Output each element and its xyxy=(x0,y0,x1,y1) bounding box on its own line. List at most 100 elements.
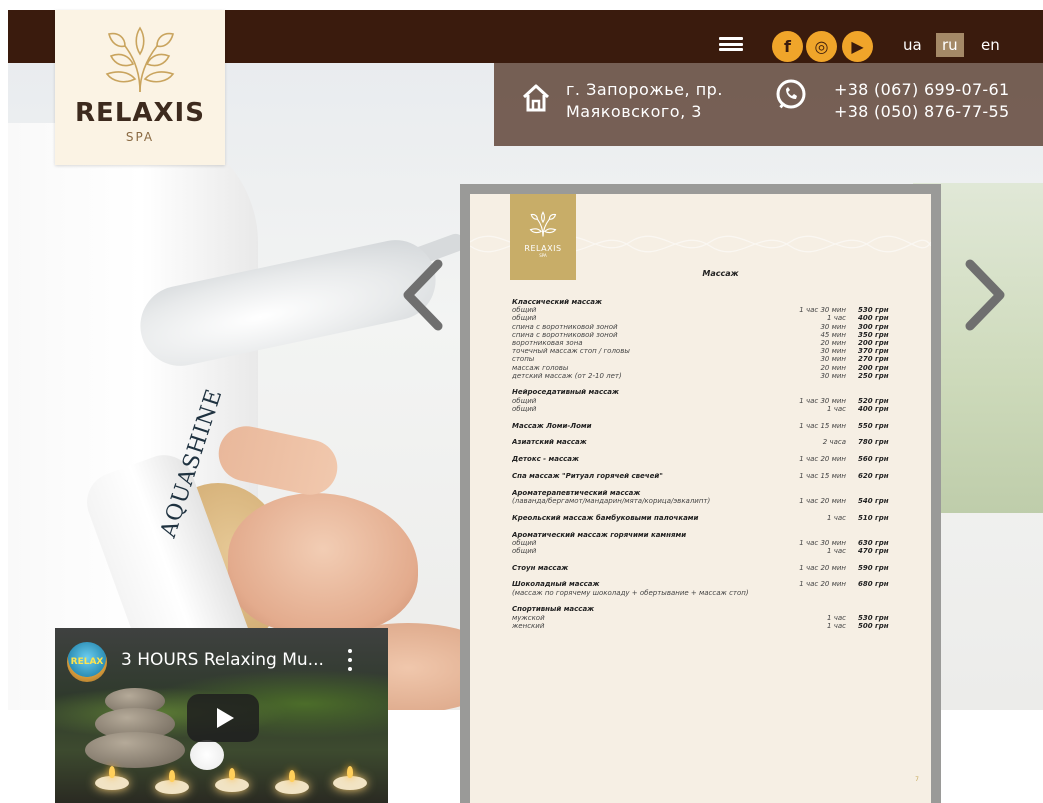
youtube-icon[interactable]: ▶ xyxy=(842,31,873,62)
video-embed[interactable]: RELAX 3 HOURS Relaxing Mu... xyxy=(55,628,388,803)
slider-prev-arrow-icon[interactable] xyxy=(398,258,448,332)
price-list-name: общий xyxy=(512,396,537,405)
price-list-price xyxy=(852,589,912,597)
video-candle xyxy=(333,776,367,790)
price-list-name: (массаж по горячему шоколаду + обертыван… xyxy=(512,588,749,597)
price-list-name: детский массаж (от 2-10 лет) xyxy=(512,371,622,380)
video-channel-avatar[interactable]: RELAX xyxy=(67,642,107,682)
price-list-name: общий xyxy=(512,306,537,315)
price-list-row: (массаж по горячему шоколаду + обертыван… xyxy=(512,589,912,597)
price-list-row: общий 1 час 30 мин 520 грн xyxy=(512,397,912,405)
price-list-price: 400 грн xyxy=(858,314,889,323)
price-list-price xyxy=(852,605,912,613)
price-list-duration xyxy=(790,298,852,306)
video-flame xyxy=(289,770,295,782)
price-list-row: Детокс - массаж 1 час 20 мин 560 грн xyxy=(512,455,912,463)
price-list-duration: 1 час 30 мин xyxy=(799,538,846,547)
price-list-row: общий 1 час 400 грн xyxy=(512,314,912,322)
price-list-price xyxy=(852,298,912,306)
price-list-spacer xyxy=(512,522,912,531)
price-list-row: женский 1 час 500 грн xyxy=(512,622,912,630)
video-flame xyxy=(109,766,115,778)
price-list-spacer xyxy=(512,447,912,456)
price-list-row: детский массаж (от 2-10 лет) 30 мин 250 гр… xyxy=(512,372,912,380)
video-flame xyxy=(169,770,175,782)
price-list-name: Спортивный массаж xyxy=(512,605,595,614)
price-list-row: спина с воротниковой зоной 30 мин 300 грн xyxy=(512,323,912,331)
price-list-row: Спортивный массаж xyxy=(512,605,912,613)
address-line-1: г. Запорожье, пр. xyxy=(566,80,723,99)
price-list-name: общий xyxy=(512,538,537,547)
lang-ua[interactable]: ua xyxy=(903,36,922,54)
price-list-price xyxy=(852,489,912,497)
price-list-price: 350 грн xyxy=(858,330,889,339)
price-list-name: Массаж Ломи-Ломи xyxy=(512,421,592,430)
price-list-price: 550 грн xyxy=(858,421,889,430)
price-list-duration: 1 час xyxy=(827,513,846,522)
price-list-name: Креольский массаж бамбуковыми палочками xyxy=(512,513,699,522)
facebook-icon[interactable]: f xyxy=(772,31,803,62)
price-list-row: воротниковая зона 20 мин 200 грн xyxy=(512,339,912,347)
price-list-duration: 1 час xyxy=(827,314,846,323)
price-list-name: Ароматический массаж горячими камнями xyxy=(512,530,687,539)
instagram-icon[interactable]: ◎ xyxy=(806,31,837,62)
price-list-name: (лаванда/бергамот/мандарин/мята/корица/э… xyxy=(512,496,711,505)
price-list-price: 680 грн xyxy=(858,580,889,589)
price-list-price: 530 грн xyxy=(858,306,889,315)
home-icon xyxy=(522,84,550,112)
price-list-price: 300 грн xyxy=(858,322,889,331)
price-list-row: Креольский массаж бамбуковыми палочками 1… xyxy=(512,514,912,522)
price-list-duration: 1 час xyxy=(827,404,846,413)
price-list-spacer xyxy=(512,555,912,564)
price-list-spacer xyxy=(512,380,912,389)
price-list-price xyxy=(852,388,912,396)
price-list-price xyxy=(852,531,912,539)
price-list-row: Шоколадный массаж 1 час 20 мин 680 грн xyxy=(512,580,912,588)
play-button[interactable] xyxy=(187,694,259,742)
doc-logo-sub: SPA xyxy=(539,253,547,258)
price-list-name: мужской xyxy=(512,613,545,622)
more-options-icon[interactable] xyxy=(348,649,354,671)
site-logo[interactable]: RELAXIS SPA xyxy=(55,10,225,165)
price-list-name: Стоун массаж xyxy=(512,563,569,572)
price-list-price: 510 грн xyxy=(858,513,889,522)
price-list-name: Шоколадный массаж xyxy=(512,580,600,589)
price-list-name: общий xyxy=(512,314,537,323)
price-list-spacer xyxy=(512,572,912,581)
price-list-name: общий xyxy=(512,546,537,555)
price-list-price: 200 грн xyxy=(858,338,889,347)
price-list-duration: 1 час xyxy=(827,546,846,555)
price-list-spacer xyxy=(512,463,912,472)
price-list-row: (лаванда/бергамот/мандарин/мята/корица/э… xyxy=(512,497,912,505)
price-list-duration: 1 час 20 мин xyxy=(799,496,846,505)
phone-1[interactable]: +38 (067) 699-07-61 xyxy=(834,79,1009,101)
lang-ru[interactable]: ru xyxy=(936,33,964,57)
price-list-price: 400 грн xyxy=(858,404,889,413)
price-list-row: общий 1 час 470 грн xyxy=(512,547,912,555)
video-title[interactable]: 3 HOURS Relaxing Mu... xyxy=(121,650,324,670)
price-list-price: 200 грн xyxy=(858,363,889,372)
phone-2[interactable]: +38 (050) 876-77-55 xyxy=(834,101,1009,123)
price-list-duration: 1 час 15 мин xyxy=(799,421,846,430)
price-list-row: Спа массаж "Ритуал горячей свечей" 1 час … xyxy=(512,472,912,480)
menu-hamburger-icon[interactable] xyxy=(719,37,743,51)
price-list-name: Детокс - массаж xyxy=(512,455,579,464)
lang-en[interactable]: en xyxy=(981,36,1000,54)
price-list-price: 250 грн xyxy=(858,371,889,380)
address: г. Запорожье, пр. Маяковского, 3 xyxy=(566,79,723,123)
price-list-name: Ароматерапевтический массаж xyxy=(512,488,641,497)
price-list-price: 780 грн xyxy=(858,438,889,447)
slider-next-arrow-icon[interactable] xyxy=(960,258,1010,332)
price-list-price: 270 грн xyxy=(858,355,889,364)
price-list-spacer xyxy=(512,505,912,514)
price-list-name: спина с воротниковой зоной xyxy=(512,322,618,331)
price-list-name: стопы xyxy=(512,355,535,364)
contact-bar: г. Запорожье, пр. Маяковского, 3 +38 (06… xyxy=(494,63,1043,146)
doc-title: Массаж xyxy=(702,269,739,278)
price-list-row: общий 1 час 30 мин 630 грн xyxy=(512,539,912,547)
price-list-name: точечный массаж стоп / головы xyxy=(512,347,630,356)
price-list-name: Азиатский массаж xyxy=(512,438,587,447)
price-list-row: Стоун массаж 1 час 20 мин 590 грн xyxy=(512,564,912,572)
price-list-row: стопы 30 мин 270 грн xyxy=(512,355,912,363)
viber-icon[interactable] xyxy=(775,78,809,112)
